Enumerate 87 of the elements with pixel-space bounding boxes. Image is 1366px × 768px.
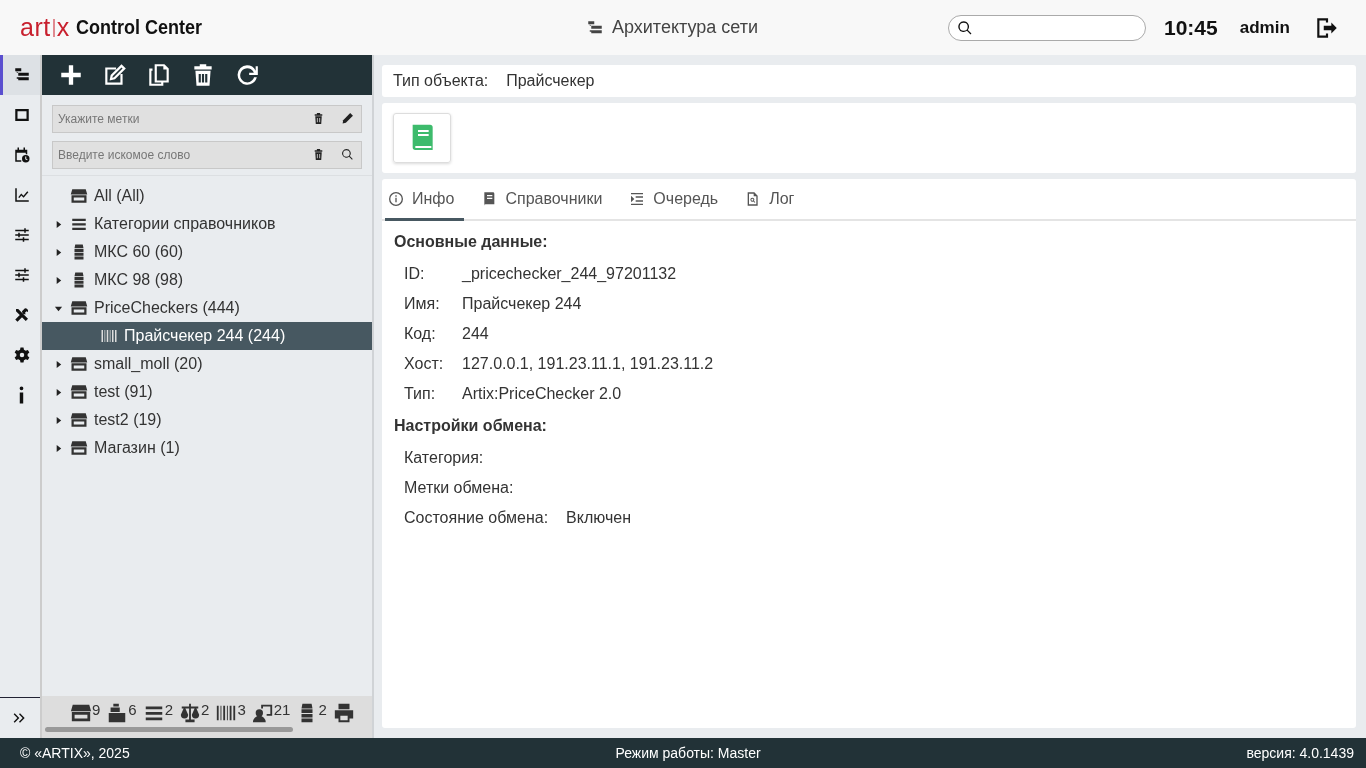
field-value: _pricechecker_244_97201132	[462, 264, 678, 284]
clock-time: 10:45	[1164, 15, 1218, 40]
sliders-icon	[12, 226, 31, 244]
calendar-clock-icon	[12, 146, 31, 164]
store-icon	[70, 411, 88, 429]
tab[interactable]: Очередь	[626, 179, 729, 221]
field-label: Имя:	[404, 294, 441, 314]
caret-right-icon[interactable]	[54, 387, 63, 397]
field-label: Хост:	[404, 354, 444, 374]
frame-icon	[12, 106, 31, 124]
store-icon	[70, 355, 88, 373]
page-title: Архитектура сети	[612, 17, 758, 38]
info-icon	[388, 190, 404, 207]
caret-right-icon[interactable]	[54, 443, 63, 453]
trash-icon[interactable]	[312, 112, 325, 125]
caret-right-icon[interactable]	[54, 359, 63, 369]
field-label: Тип объекта:	[393, 72, 489, 90]
nav-item[interactable]	[0, 55, 40, 95]
search-icon	[957, 19, 973, 36]
tree-item[interactable]: МКС 60 (60)	[42, 238, 372, 266]
store-icon	[70, 439, 88, 457]
store-icon	[70, 383, 88, 401]
field-label: Метки обмена:	[404, 478, 515, 498]
info-icon	[19, 386, 24, 404]
tree-item[interactable]: All (All)	[42, 182, 372, 210]
tree-item[interactable]: МКС 98 (98)	[42, 266, 372, 294]
count-label: 2	[164, 702, 174, 717]
copy-icon[interactable]	[146, 62, 172, 88]
pencil-icon[interactable]	[341, 112, 354, 125]
user-name: admin	[1239, 17, 1290, 38]
settings-icon	[12, 346, 31, 364]
search-field[interactable]	[948, 14, 1146, 41]
tab[interactable]: Справочники	[478, 179, 613, 221]
queue-icon	[629, 190, 646, 207]
section-title: Настройки обмена:	[394, 417, 548, 436]
field-label: Категория:	[404, 448, 485, 468]
tree-item[interactable]: test (91)	[42, 378, 372, 406]
count-label: 2	[201, 702, 210, 717]
field-value: 127.0.0.1, 191.23.11.1, 191.23.11.2	[462, 354, 714, 374]
caret-right-icon[interactable]	[54, 415, 63, 425]
copyright: © «ARTIX», 2025	[20, 745, 130, 761]
field-label: Тип:	[404, 384, 437, 404]
tree-item[interactable]: test2 (19)	[42, 406, 372, 434]
field-label: Состояние обмена:	[404, 508, 549, 528]
count-label: 9	[92, 702, 101, 717]
store-icon	[70, 299, 88, 317]
tree-item[interactable]: Магазин (1)	[42, 434, 372, 462]
version-label: версия: 4.0.1439	[1246, 745, 1354, 761]
tree-item[interactable]: PriceCheckers (444)	[42, 294, 372, 322]
store-icon[interactable]	[70, 702, 92, 724]
user-screen-icon[interactable]	[251, 702, 274, 724]
field-value: Включен	[566, 508, 631, 528]
count-label: 2	[318, 702, 327, 717]
artix-logo: art x	[20, 15, 70, 40]
add-icon[interactable]	[58, 62, 84, 88]
caret-right-icon[interactable]	[54, 247, 63, 257]
filter-field[interactable]: Укажите метки	[52, 105, 362, 133]
filter-field[interactable]: Введите искомое слово	[52, 141, 362, 169]
field-value: Прайсчекер	[506, 72, 595, 90]
caret-right-icon[interactable]	[54, 275, 63, 285]
field-label: ID:	[404, 264, 426, 284]
field-value: Прайсчекер 244	[462, 294, 583, 314]
sliders-icon	[12, 266, 31, 284]
tab[interactable]: Инфо	[385, 179, 465, 221]
count-label: 3	[237, 702, 246, 717]
line-chart-icon	[12, 186, 31, 204]
printer-icon[interactable]	[332, 702, 355, 724]
tree-item[interactable]: small_moll (20)	[42, 350, 372, 378]
mode-label: Режим работы: Master	[615, 745, 761, 761]
app-name: Control Center	[75, 16, 202, 39]
store-icon	[70, 187, 88, 205]
count-label: 21	[273, 702, 291, 717]
tab[interactable]: Лог	[742, 179, 805, 221]
edit-icon[interactable]	[102, 62, 128, 88]
barcode-icon	[100, 327, 118, 345]
tree-item[interactable]: Категории справочников	[42, 210, 372, 238]
tree-item[interactable]: Прайсчекер 244 (244)	[42, 322, 372, 350]
tools-icon	[12, 306, 31, 324]
section-title: Основные данные:	[394, 233, 549, 252]
trash-icon[interactable]	[312, 148, 325, 161]
field-value: 244	[462, 324, 490, 344]
caret-right-icon[interactable]	[54, 219, 63, 229]
count-label: 6	[128, 702, 137, 717]
field-label: Код:	[404, 324, 437, 344]
scales-icon[interactable]	[179, 702, 202, 724]
search-icon[interactable]	[341, 148, 354, 161]
field-value: Artix:PriceChecker 2.0	[462, 384, 623, 404]
